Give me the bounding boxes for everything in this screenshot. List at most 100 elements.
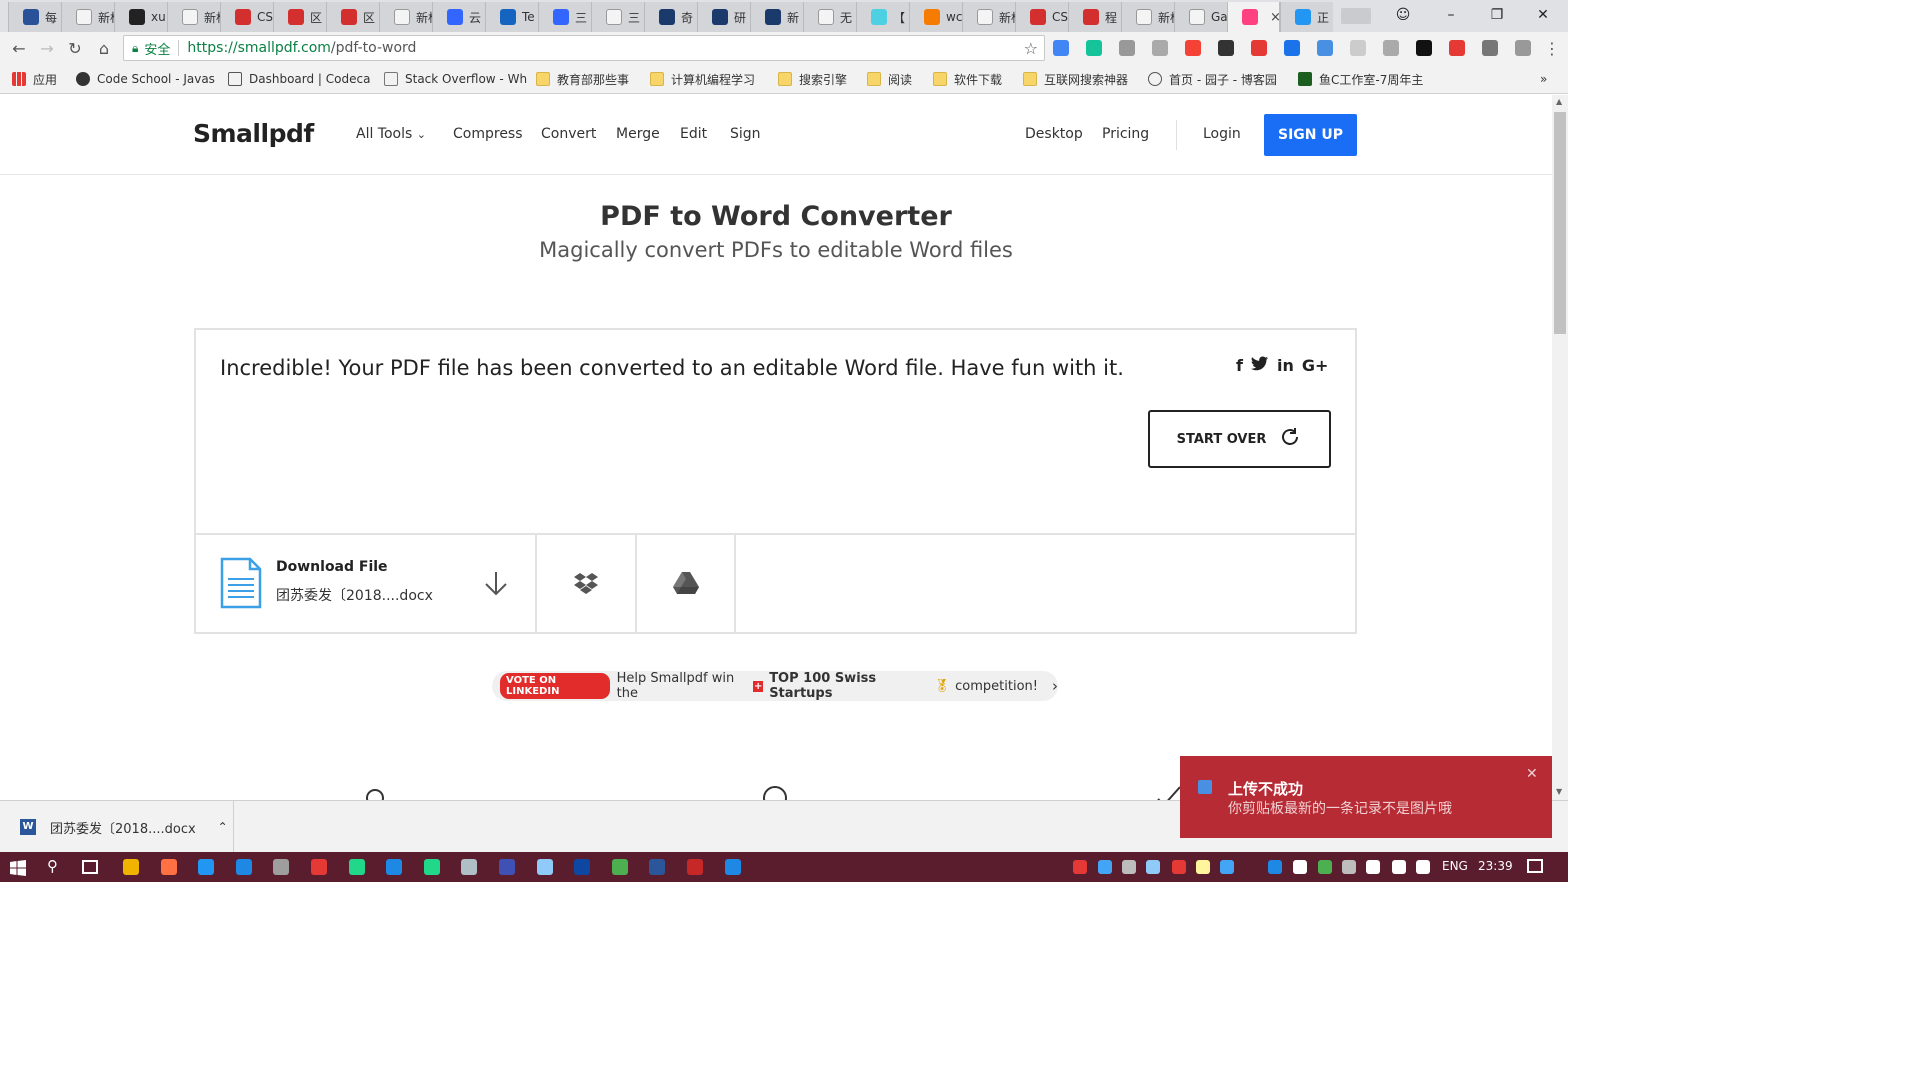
scrollbar-thumb[interactable] [1554, 112, 1566, 334]
bookmark-item[interactable]: 搜索引擎 [778, 70, 847, 88]
browser-tab[interactable]: 三 [591, 2, 644, 32]
browser-tab[interactable]: 程 [1068, 2, 1121, 32]
bookmark-item[interactable]: 鱼C工作室-7周年主 [1298, 70, 1423, 88]
twitter-icon[interactable] [1250, 356, 1269, 376]
bookmark-item[interactable]: Stack Overflow - Wh [384, 70, 527, 88]
task-view-icon[interactable] [82, 860, 98, 874]
browser-tab[interactable]: 新标签 [962, 2, 1015, 32]
signup-button[interactable]: SIGN UP [1264, 114, 1357, 156]
search-app-icon[interactable] [160, 859, 177, 875]
tray-icon[interactable] [1318, 860, 1332, 874]
bookmark-item[interactable]: Code School - Javas [76, 70, 215, 88]
nav-merge[interactable]: Merge [616, 126, 660, 142]
address-bar[interactable]: 🔒︎ 安全 https://smallpdf.com/pdf-to-word ☆ [123, 35, 1045, 61]
dropbox-cell[interactable] [537, 535, 637, 634]
nav-compress[interactable]: Compress [453, 126, 523, 142]
new-tab-button[interactable] [1341, 8, 1371, 24]
webstorm-icon[interactable] [386, 859, 403, 875]
facebook-icon[interactable]: f [1236, 356, 1243, 376]
app-icon[interactable] [536, 859, 553, 875]
browser-tab[interactable]: 每 [8, 2, 61, 32]
ext-icon[interactable] [1482, 40, 1498, 56]
tray-icon[interactable] [1098, 860, 1112, 874]
ext-icon[interactable] [1218, 40, 1234, 56]
tray-icon[interactable] [1122, 860, 1136, 874]
browser-tab[interactable]: Te [485, 2, 538, 32]
ext-icon[interactable] [1449, 40, 1465, 56]
bookmark-item[interactable]: 阅读 [867, 70, 912, 88]
download-item[interactable]: W 团苏委发〔2018....docx ⌃ [20, 801, 234, 853]
photoshop-icon[interactable] [574, 859, 591, 875]
browser-tab[interactable]: 无 [803, 2, 856, 32]
ext-icon[interactable] [1152, 40, 1168, 56]
ext-icon[interactable] [1416, 40, 1432, 56]
grammarly-icon[interactable] [1086, 40, 1102, 56]
bookmark-item[interactable]: Dashboard | Codeca [228, 70, 370, 88]
scroll-up-arrow[interactable]: ▲ [1556, 97, 1562, 106]
linkedin-icon[interactable]: in [1277, 356, 1294, 376]
start-over-button[interactable]: START OVER [1148, 410, 1331, 468]
app-icon[interactable] [461, 859, 478, 875]
scroll-down-arrow[interactable]: ▼ [1556, 787, 1562, 796]
tray-icon[interactable] [1366, 860, 1380, 874]
bookmark-star-icon[interactable]: ☆ [1024, 39, 1038, 58]
ext-icon[interactable] [1185, 40, 1201, 56]
search-icon[interactable]: ⚲ [47, 857, 58, 875]
google-drive-cell[interactable] [637, 535, 736, 634]
bookmark-item[interactable]: 互联网搜索神器 [1023, 70, 1128, 88]
tray-icon[interactable] [1293, 860, 1307, 874]
browser-tab[interactable]: CS [220, 2, 273, 32]
browser-tab[interactable]: 新 [750, 2, 803, 32]
google-plus-icon[interactable]: G+ [1302, 356, 1329, 376]
window-close-button[interactable]: ✕ [1520, 0, 1566, 30]
app-icon[interactable] [687, 859, 703, 875]
word-icon[interactable] [649, 859, 666, 875]
more-bookmarks-icon[interactable]: » [1540, 70, 1547, 88]
back-button[interactable]: ← [7, 36, 31, 60]
browser-tab[interactable]: 奇 [644, 2, 697, 32]
app-icon[interactable] [724, 859, 741, 875]
login-link[interactable]: Login [1203, 126, 1241, 142]
browser-tab[interactable]: 新标签 [379, 2, 432, 32]
tray-icon[interactable] [1268, 860, 1282, 874]
location-icon[interactable] [1251, 40, 1267, 56]
download-arrow-icon[interactable] [481, 569, 511, 603]
linkedin-vote-banner[interactable]: VOTE ON LINKEDIN Help Smallpdf win the +… [492, 671, 1058, 701]
smallpdf-logo[interactable]: Smallpdf [193, 119, 314, 148]
browser-tab[interactable]: wc [909, 2, 962, 32]
bookmark-item[interactable]: 教育部那些事 [536, 70, 629, 88]
browser-tab[interactable]: 新标签 [167, 2, 220, 32]
tray-icon[interactable] [1220, 860, 1234, 874]
forward-button[interactable]: → [35, 36, 59, 60]
bookmark-item[interactable]: 计算机编程学习 [650, 70, 755, 88]
wechat-icon[interactable] [611, 859, 628, 875]
browser-tab[interactable]: xu [114, 2, 167, 32]
home-button[interactable]: ⌂ [92, 36, 116, 60]
ext-icon[interactable] [1515, 40, 1531, 56]
nav-pricing[interactable]: Pricing [1102, 126, 1149, 142]
minimize-button[interactable]: – [1428, 0, 1474, 30]
nav-desktop[interactable]: Desktop [1025, 126, 1083, 142]
browser-tab[interactable]: 【 [856, 2, 909, 32]
intellij-icon[interactable] [499, 859, 515, 875]
tray-icon[interactable] [1416, 860, 1430, 874]
windows-start-icon[interactable] [10, 860, 26, 880]
nav-all-tools[interactable]: All Tools ⌄ [356, 126, 426, 142]
nav-convert[interactable]: Convert [541, 126, 596, 142]
browser-tab[interactable]: CS [1015, 2, 1068, 32]
chrome-icon[interactable] [311, 859, 327, 875]
chrome-menu-icon[interactable]: ⋮ [1540, 36, 1564, 60]
system-clock[interactable]: 23:39 [1478, 859, 1513, 873]
vscode-icon[interactable] [235, 859, 252, 875]
ext-icon[interactable] [1119, 40, 1135, 56]
tray-icon[interactable] [1196, 860, 1210, 874]
browser-tab[interactable]: 研 [697, 2, 750, 32]
tray-icon[interactable] [1146, 860, 1160, 874]
ext-icon[interactable] [1350, 40, 1366, 56]
tray-icon[interactable] [1073, 860, 1087, 874]
tray-icon[interactable] [1172, 860, 1186, 874]
tray-icon[interactable] [1392, 860, 1406, 874]
ext-icon[interactable] [1317, 40, 1333, 56]
nav-edit[interactable]: Edit [680, 126, 707, 142]
nav-sign[interactable]: Sign [730, 126, 761, 142]
